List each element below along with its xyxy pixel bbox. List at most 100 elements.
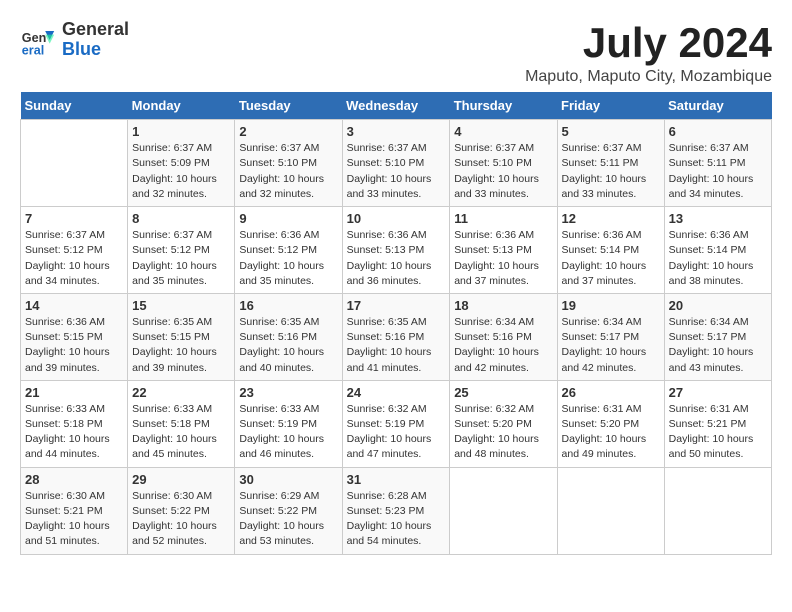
- month-year-title: July 2024: [525, 20, 772, 66]
- calendar-cell: 3Sunrise: 6:37 AM Sunset: 5:10 PM Daylig…: [342, 120, 450, 207]
- day-number: 1: [132, 124, 230, 139]
- calendar-week-1: 1Sunrise: 6:37 AM Sunset: 5:09 PM Daylig…: [21, 120, 772, 207]
- calendar-cell: 12 Sunrise: 6:36 AM Sunset: 5:14 PM Dayli…: [557, 207, 664, 294]
- day-header-monday: Monday: [128, 92, 235, 120]
- calendar-cell: 29Sunrise: 6:30 AM Sunset: 5:22 PM Dayli…: [128, 467, 235, 554]
- day-number: 5: [562, 124, 660, 139]
- day-number: 30: [239, 472, 337, 487]
- calendar-cell: 4 Sunrise: 6:37 AM Sunset: 5:10 PM Daylig…: [450, 120, 557, 207]
- cell-content: Sunrise: 6:34 AM Sunset: 5:17 PM Dayligh…: [562, 315, 660, 376]
- day-number: 15: [132, 298, 230, 313]
- svg-text:eral: eral: [22, 43, 44, 57]
- cell-content: Sunrise: 6:34 AM Sunset: 5:16 PM Dayligh…: [454, 315, 552, 376]
- day-number: 8: [132, 211, 230, 226]
- day-number: 3: [347, 124, 446, 139]
- cell-content: Sunrise: 6:37 AM Sunset: 5:11 PM Dayligh…: [669, 141, 767, 202]
- cell-content: Sunrise: 6:37 AM Sunset: 5:10 PM Dayligh…: [239, 141, 337, 202]
- cell-content: Sunrise: 6:37 AM Sunset: 5:11 PM Dayligh…: [562, 141, 660, 202]
- cell-content: Sunrise: 6:34 AM Sunset: 5:17 PM Dayligh…: [669, 315, 767, 376]
- cell-content: Sunrise: 6:30 AM Sunset: 5:22 PM Dayligh…: [132, 489, 230, 550]
- calendar-cell: 18 Sunrise: 6:34 AM Sunset: 5:16 PM Dayli…: [450, 293, 557, 380]
- cell-content: Sunrise: 6:36 AM Sunset: 5:14 PM Dayligh…: [669, 228, 767, 289]
- calendar-week-5: 28 Sunrise: 6:30 AM Sunset: 5:21 PM Dayli…: [21, 467, 772, 554]
- logo: Gen eral General Blue: [20, 20, 129, 60]
- calendar-cell: 23 Sunrise: 6:33 AM Sunset: 5:19 PM Dayli…: [235, 380, 342, 467]
- calendar-cell: 25 Sunrise: 6:32 AM Sunset: 5:20 PM Dayli…: [450, 380, 557, 467]
- calendar-cell: 19Sunrise: 6:34 AM Sunset: 5:17 PM Dayli…: [557, 293, 664, 380]
- cell-content: Sunrise: 6:37 AM Sunset: 5:12 PM Dayligh…: [25, 228, 123, 289]
- cell-content: Sunrise: 6:36 AM Sunset: 5:13 PM Dayligh…: [454, 228, 552, 289]
- logo-blue-text: Blue: [62, 40, 129, 60]
- cell-content: Sunrise: 6:36 AM Sunset: 5:13 PM Dayligh…: [347, 228, 446, 289]
- cell-content: Sunrise: 6:35 AM Sunset: 5:15 PM Dayligh…: [132, 315, 230, 376]
- cell-content: Sunrise: 6:33 AM Sunset: 5:19 PM Dayligh…: [239, 402, 337, 463]
- cell-content: Sunrise: 6:37 AM Sunset: 5:10 PM Dayligh…: [454, 141, 552, 202]
- day-number: 17: [347, 298, 446, 313]
- cell-content: Sunrise: 6:32 AM Sunset: 5:19 PM Dayligh…: [347, 402, 446, 463]
- day-number: 11: [454, 211, 552, 226]
- cell-content: Sunrise: 6:36 AM Sunset: 5:14 PM Dayligh…: [562, 228, 660, 289]
- logo-general-text: General: [62, 20, 129, 40]
- day-number: 2: [239, 124, 337, 139]
- calendar-cell: [21, 120, 128, 207]
- day-number: 28: [25, 472, 123, 487]
- calendar-cell: 22 Sunrise: 6:33 AM Sunset: 5:18 PM Dayli…: [128, 380, 235, 467]
- day-header-thursday: Thursday: [450, 92, 557, 120]
- day-number: 18: [454, 298, 552, 313]
- calendar-cell: 16 Sunrise: 6:35 AM Sunset: 5:16 PM Dayli…: [235, 293, 342, 380]
- cell-content: Sunrise: 6:31 AM Sunset: 5:21 PM Dayligh…: [669, 402, 767, 463]
- calendar-cell: 28 Sunrise: 6:30 AM Sunset: 5:21 PM Dayli…: [21, 467, 128, 554]
- cell-content: Sunrise: 6:35 AM Sunset: 5:16 PM Dayligh…: [347, 315, 446, 376]
- day-header-sunday: Sunday: [21, 92, 128, 120]
- day-number: 12: [562, 211, 660, 226]
- calendar-cell: 8 Sunrise: 6:37 AM Sunset: 5:12 PM Daylig…: [128, 207, 235, 294]
- calendar-cell: 7 Sunrise: 6:37 AM Sunset: 5:12 PM Daylig…: [21, 207, 128, 294]
- calendar-cell: 6 Sunrise: 6:37 AM Sunset: 5:11 PM Daylig…: [664, 120, 771, 207]
- calendar-cell: 17 Sunrise: 6:35 AM Sunset: 5:16 PM Dayli…: [342, 293, 450, 380]
- cell-content: Sunrise: 6:33 AM Sunset: 5:18 PM Dayligh…: [132, 402, 230, 463]
- day-header-tuesday: Tuesday: [235, 92, 342, 120]
- calendar-cell: [450, 467, 557, 554]
- calendar-cell: [557, 467, 664, 554]
- calendar-week-4: 21 Sunrise: 6:33 AM Sunset: 5:18 PM Dayli…: [21, 380, 772, 467]
- day-number: 9: [239, 211, 337, 226]
- calendar-cell: 14 Sunrise: 6:36 AM Sunset: 5:15 PM Dayli…: [21, 293, 128, 380]
- day-number: 22: [132, 385, 230, 400]
- day-number: 7: [25, 211, 123, 226]
- calendar-cell: 24 Sunrise: 6:32 AM Sunset: 5:19 PM Dayli…: [342, 380, 450, 467]
- logo-icon: Gen eral: [20, 22, 56, 58]
- calendar-cell: 13Sunrise: 6:36 AM Sunset: 5:14 PM Dayli…: [664, 207, 771, 294]
- cell-content: Sunrise: 6:37 AM Sunset: 5:12 PM Dayligh…: [132, 228, 230, 289]
- day-number: 14: [25, 298, 123, 313]
- cell-content: Sunrise: 6:31 AM Sunset: 5:20 PM Dayligh…: [562, 402, 660, 463]
- cell-content: Sunrise: 6:36 AM Sunset: 5:15 PM Dayligh…: [25, 315, 123, 376]
- calendar-cell: 11 Sunrise: 6:36 AM Sunset: 5:13 PM Dayli…: [450, 207, 557, 294]
- calendar-cell: 5 Sunrise: 6:37 AM Sunset: 5:11 PM Daylig…: [557, 120, 664, 207]
- cell-content: Sunrise: 6:29 AM Sunset: 5:22 PM Dayligh…: [239, 489, 337, 550]
- day-number: 4: [454, 124, 552, 139]
- day-number: 20: [669, 298, 767, 313]
- calendar-cell: 10Sunrise: 6:36 AM Sunset: 5:13 PM Dayli…: [342, 207, 450, 294]
- calendar-cell: 26 Sunrise: 6:31 AM Sunset: 5:20 PM Dayli…: [557, 380, 664, 467]
- day-number: 6: [669, 124, 767, 139]
- day-number: 27: [669, 385, 767, 400]
- cell-content: Sunrise: 6:33 AM Sunset: 5:18 PM Dayligh…: [25, 402, 123, 463]
- calendar-week-3: 14 Sunrise: 6:36 AM Sunset: 5:15 PM Dayli…: [21, 293, 772, 380]
- calendar-cell: 30 Sunrise: 6:29 AM Sunset: 5:22 PM Dayli…: [235, 467, 342, 554]
- day-number: 16: [239, 298, 337, 313]
- logo-text: General Blue: [62, 20, 129, 60]
- day-number: 26: [562, 385, 660, 400]
- cell-content: Sunrise: 6:35 AM Sunset: 5:16 PM Dayligh…: [239, 315, 337, 376]
- day-number: 31: [347, 472, 446, 487]
- page-header: Gen eral General Blue July 2024 Maputo, …: [20, 20, 772, 86]
- cell-content: Sunrise: 6:30 AM Sunset: 5:21 PM Dayligh…: [25, 489, 123, 550]
- calendar-week-2: 7 Sunrise: 6:37 AM Sunset: 5:12 PM Daylig…: [21, 207, 772, 294]
- day-number: 25: [454, 385, 552, 400]
- calendar-cell: 20 Sunrise: 6:34 AM Sunset: 5:17 PM Dayli…: [664, 293, 771, 380]
- calendar-cell: 1Sunrise: 6:37 AM Sunset: 5:09 PM Daylig…: [128, 120, 235, 207]
- calendar-table: SundayMondayTuesdayWednesdayThursdayFrid…: [20, 92, 772, 554]
- day-number: 23: [239, 385, 337, 400]
- cell-content: Sunrise: 6:32 AM Sunset: 5:20 PM Dayligh…: [454, 402, 552, 463]
- day-number: 21: [25, 385, 123, 400]
- day-number: 24: [347, 385, 446, 400]
